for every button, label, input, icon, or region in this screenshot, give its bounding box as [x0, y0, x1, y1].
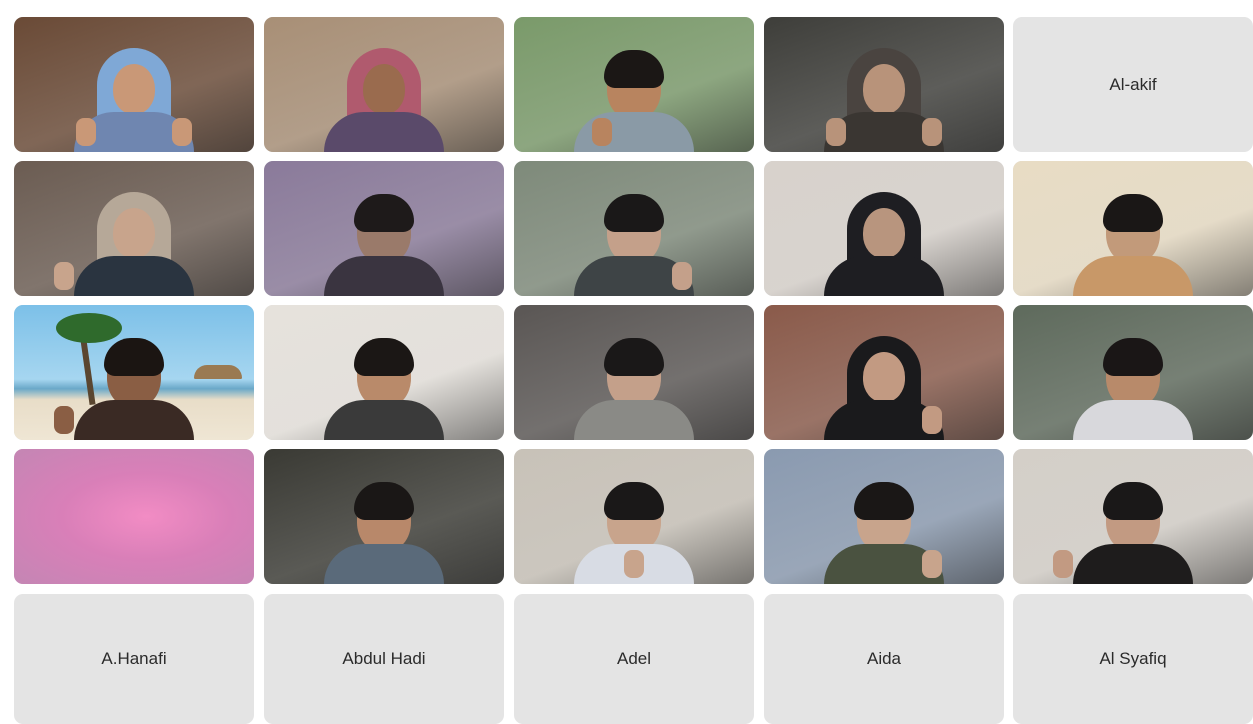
torso: [1073, 544, 1193, 584]
participant-tile[interactable]: Al-akif: [1013, 17, 1253, 152]
participant-person: [74, 186, 194, 296]
hair: [1103, 482, 1163, 520]
hand-gesture: [172, 118, 192, 146]
participant-person: [1073, 474, 1193, 584]
participant-person: [324, 186, 444, 296]
torso: [574, 400, 694, 440]
participant-tile[interactable]: Adel: [514, 594, 754, 724]
participant-tile[interactable]: [1013, 305, 1253, 440]
torso: [324, 256, 444, 296]
participant-grid: Al-akif A.Hanafi Abdul Hadi Adel Aida Al Syaf…: [0, 0, 1253, 724]
hair: [604, 482, 664, 520]
participant-person: [324, 474, 444, 584]
hair: [604, 338, 664, 376]
participant-tile[interactable]: [14, 17, 254, 152]
participant-person: [74, 330, 194, 440]
face: [863, 208, 905, 258]
participant-name: Aida: [866, 649, 902, 668]
torso: [324, 400, 444, 440]
participant-tile[interactable]: Abdul Hadi: [264, 594, 504, 724]
face: [113, 64, 155, 114]
torso: [74, 256, 194, 296]
hair: [104, 338, 164, 376]
hand-gesture: [592, 118, 612, 146]
hand-gesture: [54, 262, 74, 290]
participant-tile[interactable]: [764, 161, 1004, 296]
participant-tile[interactable]: [14, 305, 254, 440]
hair: [354, 338, 414, 376]
beach-umbrella: [194, 365, 242, 379]
participant-tile[interactable]: [264, 449, 504, 584]
participant-tile[interactable]: [264, 17, 504, 152]
participant-person: [1073, 330, 1193, 440]
participant-tile[interactable]: Al Syafiq: [1013, 594, 1253, 724]
hair: [604, 50, 664, 88]
hand-gesture: [54, 406, 74, 434]
hair: [1103, 338, 1163, 376]
hair: [854, 482, 914, 520]
torso: [324, 112, 444, 152]
participant-name: Al-akif: [1109, 74, 1157, 94]
hand-gesture: [624, 550, 644, 578]
participant-person: [824, 186, 944, 296]
hand-gesture: [76, 118, 96, 146]
participant-tile[interactable]: [264, 305, 504, 440]
hand-gesture: [826, 118, 846, 146]
participant-name: A.Hanafi: [101, 649, 167, 668]
hand-gesture: [922, 118, 942, 146]
hand-gesture: [922, 406, 942, 434]
participant-tile[interactable]: [1013, 161, 1253, 296]
participant-person: [1073, 186, 1193, 296]
participant-name: Adel: [616, 649, 652, 668]
participant-tile[interactable]: Aida: [764, 594, 1004, 724]
hair: [604, 194, 664, 232]
hair: [1103, 194, 1163, 232]
hair: [354, 482, 414, 520]
participant-person: [574, 330, 694, 440]
face: [113, 208, 155, 258]
hair: [354, 194, 414, 232]
hand-gesture: [922, 550, 942, 578]
participant-tile[interactable]: A.Hanafi: [14, 594, 254, 724]
hand-gesture: [672, 262, 692, 290]
participant-tile[interactable]: [14, 449, 254, 584]
participant-tile[interactable]: [514, 17, 754, 152]
participant-tile[interactable]: [514, 449, 754, 584]
participant-name: Abdul Hadi: [342, 649, 426, 668]
torso: [824, 256, 944, 296]
face: [363, 64, 405, 114]
participant-tile[interactable]: [514, 161, 754, 296]
participant-tile[interactable]: [264, 161, 504, 296]
participant-tile[interactable]: [1013, 449, 1253, 584]
participant-name: Al Syafiq: [1099, 649, 1167, 668]
face: [863, 64, 905, 114]
participant-tile[interactable]: [764, 305, 1004, 440]
torso: [1073, 400, 1193, 440]
participant-video: [14, 449, 254, 584]
torso: [324, 544, 444, 584]
participant-tile[interactable]: [14, 161, 254, 296]
participant-person: [324, 330, 444, 440]
participant-tile[interactable]: [764, 17, 1004, 152]
face: [863, 352, 905, 402]
participant-tile[interactable]: [764, 449, 1004, 584]
torso: [1073, 256, 1193, 296]
participant-person: [324, 42, 444, 152]
hand-gesture: [1053, 550, 1073, 578]
torso: [74, 400, 194, 440]
participant-tile[interactable]: [514, 305, 754, 440]
